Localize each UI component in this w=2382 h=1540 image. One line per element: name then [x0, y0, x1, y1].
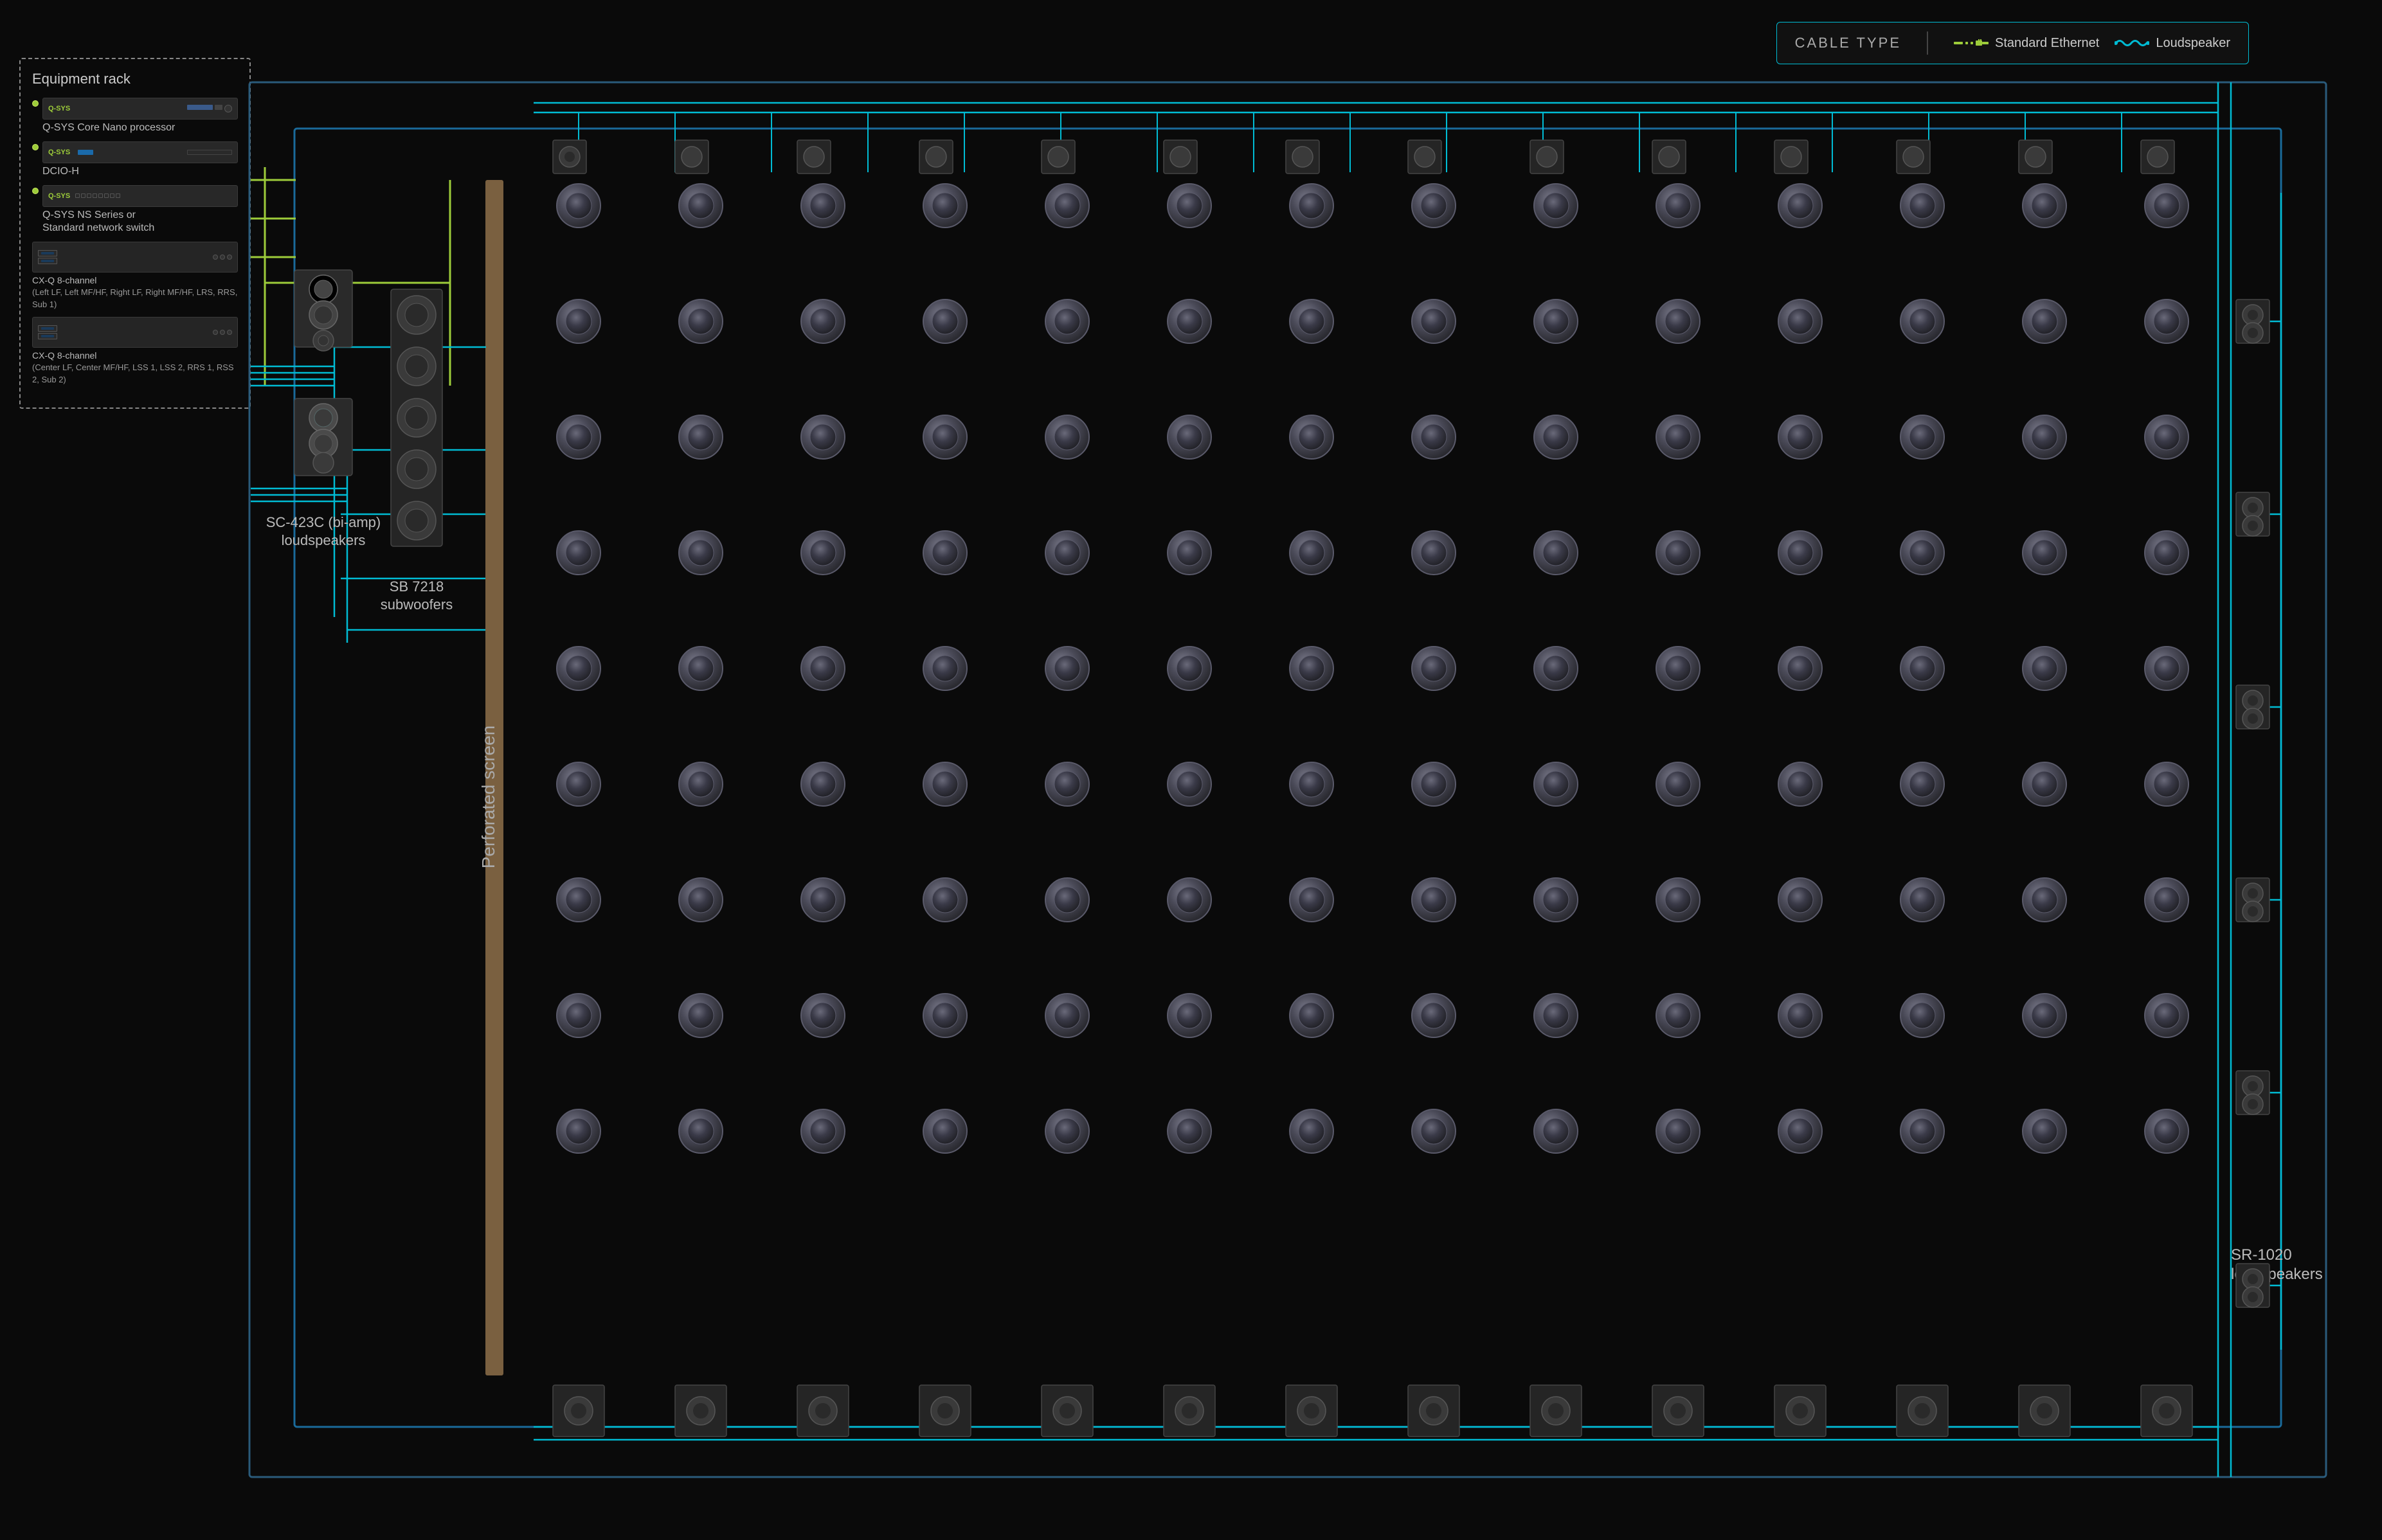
ceiling-speaker-row5 — [557, 647, 2188, 690]
ceiling-speaker-row6 — [557, 762, 2188, 806]
svg-text:Perforated screen: Perforated screen — [478, 726, 498, 869]
right-surround-speakers — [2236, 300, 2269, 1307]
theater-diagram: Perforated screen — [0, 0, 2382, 1540]
ceiling-speaker-row7 — [557, 878, 2188, 922]
svg-text:SC-423C (bi-amp): SC-423C (bi-amp) — [266, 514, 381, 530]
svg-text:SR-1020: SR-1020 — [2231, 1246, 2292, 1264]
ceiling-speaker-row3 — [557, 415, 2188, 459]
floor-speaker-row — [553, 1385, 2192, 1437]
ceiling-speaker-row4 — [557, 531, 2188, 575]
svg-text:loudspeakers: loudspeakers — [282, 532, 366, 548]
ceiling-speaker-row8 — [557, 994, 2188, 1037]
top-ceiling-speaker-boxes — [553, 140, 2174, 174]
ceiling-speaker-row9 — [557, 1109, 2188, 1153]
svg-text:subwoofers: subwoofers — [381, 596, 453, 613]
ceiling-speaker-row2 — [557, 300, 2188, 343]
main-canvas: CABLE TYPE Standard Ethernet Loudspe — [0, 0, 2382, 1540]
svg-text:SB 7218: SB 7218 — [390, 578, 444, 595]
ceiling-speaker-row1 — [557, 184, 2188, 228]
